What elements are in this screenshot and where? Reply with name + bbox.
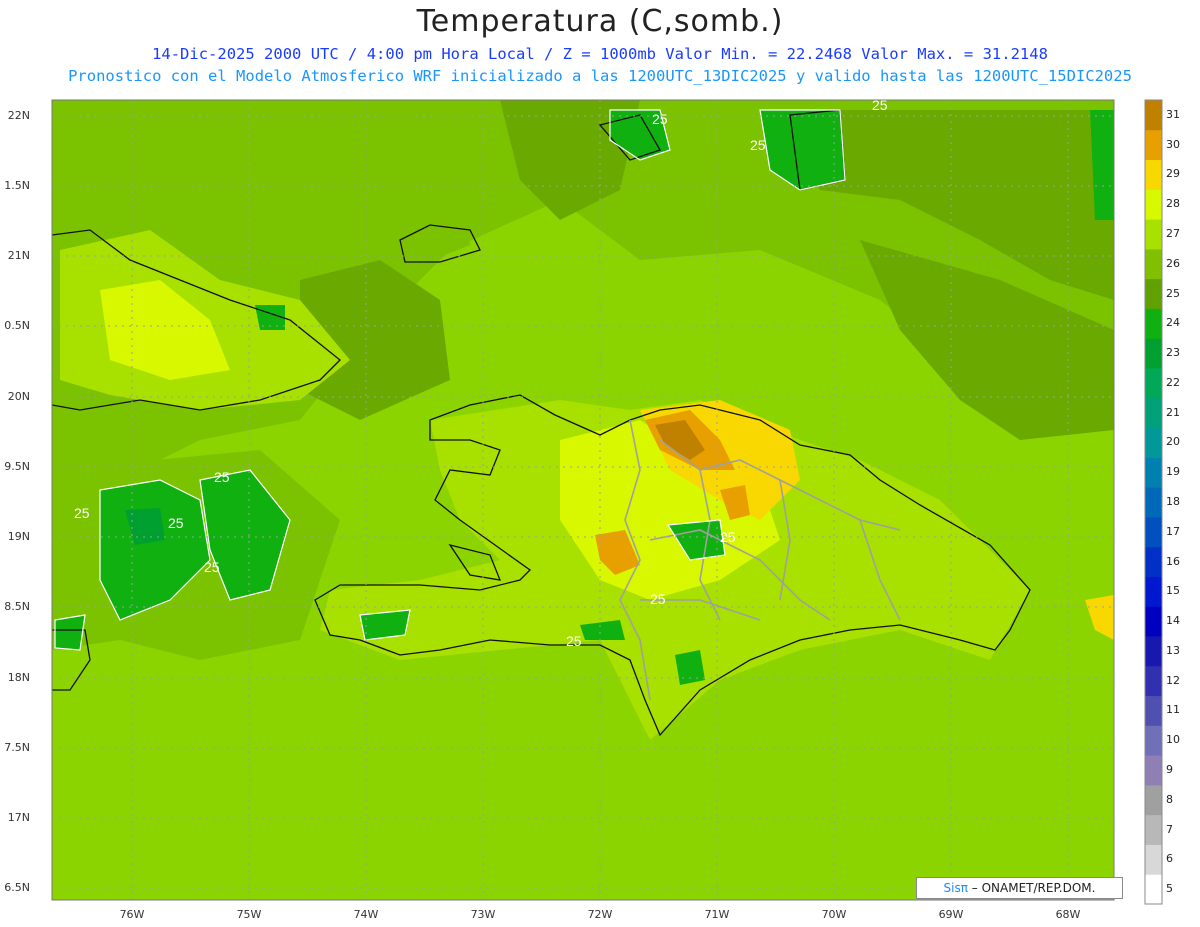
lat-label: 18N (7, 671, 30, 684)
colorbar-level-label: 10 (1166, 733, 1180, 747)
colorbar-level-label: 28 (1166, 197, 1180, 211)
contour-label: 25 (168, 515, 184, 531)
lat-label: 0.5N (4, 319, 30, 332)
colorbar-swatch (1145, 755, 1162, 786)
colorbar-swatch (1145, 457, 1162, 488)
colorbar-swatch (1145, 397, 1162, 429)
contour-label: 25 (74, 505, 90, 521)
colorbar-level-label: 30 (1166, 137, 1180, 151)
contour-label: 25 (652, 111, 668, 127)
colorbar (1145, 100, 1162, 905)
colorbar-swatch (1145, 338, 1162, 369)
colorbar-level-label: 13 (1166, 643, 1180, 657)
colorbar-level-label: 26 (1166, 256, 1180, 270)
colorbar-swatch (1145, 725, 1162, 756)
lon-label: 71W (704, 908, 730, 921)
colorbar-level-label: 20 (1166, 435, 1180, 449)
lon-label: 72W (587, 908, 613, 921)
colorbar-swatch (1145, 844, 1162, 875)
colorbar-swatch (1145, 516, 1162, 548)
credit-org: – ONAMET/REP.DOM. (971, 881, 1096, 895)
contour-label: 25 (872, 97, 888, 113)
contour-label: 25 (750, 137, 766, 153)
lon-label: 68W (1055, 908, 1081, 921)
colorbar-level-label: 7 (1166, 822, 1173, 836)
lat-label: 7.5N (4, 741, 30, 754)
lat-label: 8.5N (4, 600, 30, 613)
colorbar-swatch (1145, 159, 1162, 190)
colorbar-swatch (1145, 189, 1162, 220)
colorbar-level-label: 5 (1166, 882, 1173, 896)
colorbar-swatch (1145, 576, 1162, 607)
colorbar-level-label: 14 (1166, 614, 1180, 628)
colorbar-level-label: 29 (1166, 167, 1180, 181)
lat-label: 22N (7, 109, 30, 122)
colorbar-swatch (1145, 606, 1162, 637)
colorbar-level-label: 18 (1166, 495, 1180, 508)
colorbar-level-label: 27 (1166, 227, 1180, 240)
colorbar-level-label: 16 (1166, 554, 1180, 568)
lon-label: 76W (119, 908, 145, 921)
contour-label: 25 (650, 591, 666, 607)
colorbar-swatch (1145, 784, 1162, 816)
lat-label: 19N (7, 530, 30, 543)
colorbar-level-label: 24 (1166, 316, 1180, 330)
colorbar-swatch (1145, 427, 1162, 458)
lat-label: 9.5N (4, 460, 30, 473)
map-canvas: 25 25 25 25 25 25 25 25 25 25 (51, 97, 1163, 905)
lat-label: 6.5N (4, 881, 30, 894)
lon-label: 74W (353, 908, 379, 921)
colorbar-swatch (1145, 129, 1162, 161)
contour-label: 25 (720, 529, 736, 545)
colorbar-level-label: 9 (1166, 763, 1173, 776)
contour-label: 25 (566, 633, 582, 649)
colorbar-level-label: 22 (1166, 375, 1180, 389)
colorbar-level-label: 11 (1166, 703, 1180, 717)
colorbar-level-label: 25 (1166, 286, 1180, 300)
colorbar-swatch (1145, 487, 1162, 518)
colorbar-level-label: 15 (1166, 584, 1180, 598)
credit-brand: Sis (943, 881, 961, 895)
colorbar-level-label: 8 (1166, 792, 1173, 806)
colorbar-swatch (1145, 368, 1162, 399)
colorbar-level-label: 31 (1166, 107, 1180, 121)
colorbar-swatch (1145, 636, 1162, 667)
credit-pi: π (960, 881, 968, 895)
lon-label: 73W (470, 908, 496, 921)
colorbar-level-label: 23 (1166, 346, 1180, 360)
colorbar-swatch (1145, 665, 1162, 697)
colorbar-swatch (1145, 308, 1162, 339)
colorbar-swatch (1145, 546, 1162, 577)
colorbar-level-label: 6 (1166, 852, 1173, 866)
lon-label: 69W (938, 908, 964, 921)
colorbar-level-label: 17 (1166, 524, 1180, 538)
lon-label: 75W (236, 908, 262, 921)
colorbar-swatch (1145, 695, 1162, 726)
credit-box: Sisπ – ONAMET/REP.DOM. (916, 877, 1123, 899)
lat-label: 21N (7, 249, 30, 262)
colorbar-level-label: 21 (1166, 405, 1180, 419)
lat-label: 20N (7, 390, 30, 403)
colorbar-swatch (1145, 814, 1162, 845)
lat-label: 1.5N (4, 179, 30, 192)
colorbar-swatch (1145, 100, 1162, 131)
colorbar-swatch (1145, 219, 1162, 250)
contour-label: 25 (204, 559, 220, 575)
colorbar-level-label: 19 (1166, 465, 1180, 479)
lat-label: 17N (7, 811, 30, 824)
colorbar-swatch (1145, 874, 1162, 905)
contour-label: 25 (214, 469, 230, 485)
lon-label: 70W (821, 908, 847, 921)
colorbar-level-label: 12 (1166, 673, 1180, 687)
colorbar-swatch (1145, 278, 1162, 309)
colorbar-swatch (1145, 248, 1162, 280)
